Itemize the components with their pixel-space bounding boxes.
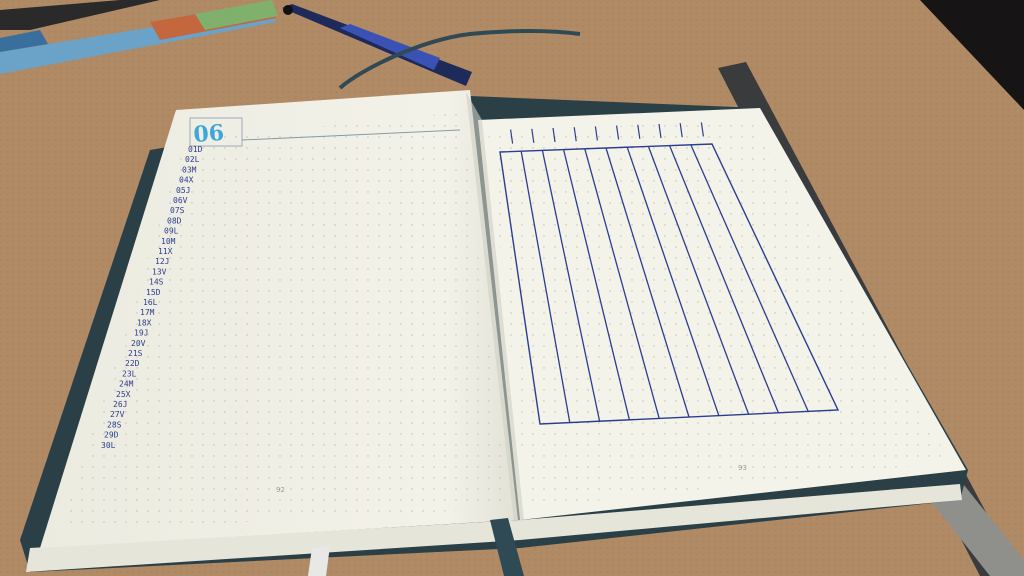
day-label: 26J	[113, 400, 127, 409]
day-label: 18X	[137, 318, 152, 327]
left-page-number: 92	[276, 486, 285, 494]
day-label: 17M	[140, 308, 155, 317]
day-label: 09L	[164, 227, 179, 236]
day-label: 12J	[155, 257, 169, 266]
day-label: 21S	[128, 349, 143, 358]
day-label: 08D	[167, 216, 182, 225]
day-label: 06V	[173, 196, 188, 205]
day-label: 03M	[182, 165, 197, 174]
day-label: 04X	[179, 176, 194, 185]
day-label: 23L	[122, 369, 137, 378]
day-label: 19J	[134, 329, 148, 338]
day-label: 02L	[185, 155, 200, 164]
day-label: 28S	[107, 420, 122, 429]
right-page-number: 93	[738, 464, 747, 472]
day-label: 11X	[158, 247, 173, 256]
day-label: 15D	[146, 288, 161, 297]
day-label: 27V	[110, 410, 125, 419]
day-label: 30L	[101, 441, 116, 450]
day-label: 22D	[125, 359, 140, 368]
day-label: 07S	[170, 206, 185, 215]
day-label: 01D	[188, 145, 203, 154]
month-label: 06	[193, 120, 225, 148]
day-label: 29D	[104, 431, 119, 440]
day-label: 16L	[143, 298, 158, 307]
day-label: 10M	[161, 237, 176, 246]
day-label: 25X	[116, 390, 131, 399]
day-label: 20V	[131, 339, 146, 348]
day-label: 14S	[149, 278, 164, 287]
day-label: 24M	[119, 380, 134, 389]
photo-scene: 06 01D02L03M04X05J06V07S08D09L10M11X12J1…	[0, 0, 1024, 576]
day-label: 13V	[152, 267, 167, 276]
day-label: 05J	[176, 186, 190, 195]
